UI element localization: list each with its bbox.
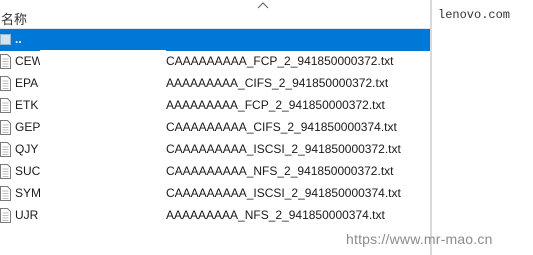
file-name-short: QJY: [15, 142, 39, 156]
text-file-icon: [0, 120, 11, 135]
file-list-pane: 名称 .. CEW CAAAAAAAAA_FCP_2_941850000372.…: [0, 0, 432, 255]
text-file-icon: [0, 98, 11, 113]
file-name-full: AAAAAAAAA_FCP_2_941850000372.txt: [166, 98, 385, 112]
file-name-short: ETK: [15, 98, 39, 112]
file-name-full: CAAAAAAAAA_ISCSI_2_941850000372.txt: [166, 142, 401, 156]
file-name-full: CAAAAAAAAA_ISCSI_2_941850000374.txt: [166, 186, 401, 200]
text-file-icon: [0, 76, 11, 91]
text-file-icon: [0, 142, 11, 157]
file-name-full: CAAAAAAAAA_NFS_2_941850000372.txt: [166, 164, 394, 178]
file-name-short: SYM: [15, 186, 42, 200]
preview-text: lenovo.com: [438, 8, 511, 22]
text-file-icon: [0, 164, 11, 179]
file-name-short: EPA: [15, 76, 39, 90]
column-header[interactable]: 名称: [0, 0, 432, 29]
file-name-full: AAAAAAAAA_NFS_2_941850000374.txt: [166, 208, 385, 222]
text-file-icon: [0, 54, 11, 69]
file-name-full: CAAAAAAAAA_CIFS_2_941850000374.txt: [166, 120, 397, 134]
file-row-parent[interactable]: ..: [0, 29, 432, 51]
redaction-mask: [40, 50, 166, 220]
file-name-full: CAAAAAAAAA_FCP_2_941850000372.txt: [166, 54, 394, 68]
file-name-full: AAAAAAAAA_CIFS_2_941850000372.txt: [166, 76, 389, 90]
folder-icon: [0, 32, 11, 47]
preview-pane: lenovo.com: [432, 0, 533, 255]
text-file-icon: [0, 208, 11, 223]
chevron-up-icon: [257, 1, 269, 11]
watermark: https://www.mr-mao.cn: [346, 231, 493, 247]
file-name-short: SUC: [15, 164, 41, 178]
column-name-label: 名称: [1, 13, 28, 28]
file-name-label: ..: [15, 32, 22, 46]
file-name-short: GEP: [15, 120, 41, 134]
file-name-short: UJR: [15, 208, 39, 222]
file-name-short: CEW: [15, 54, 43, 68]
text-file-icon: [0, 186, 11, 201]
